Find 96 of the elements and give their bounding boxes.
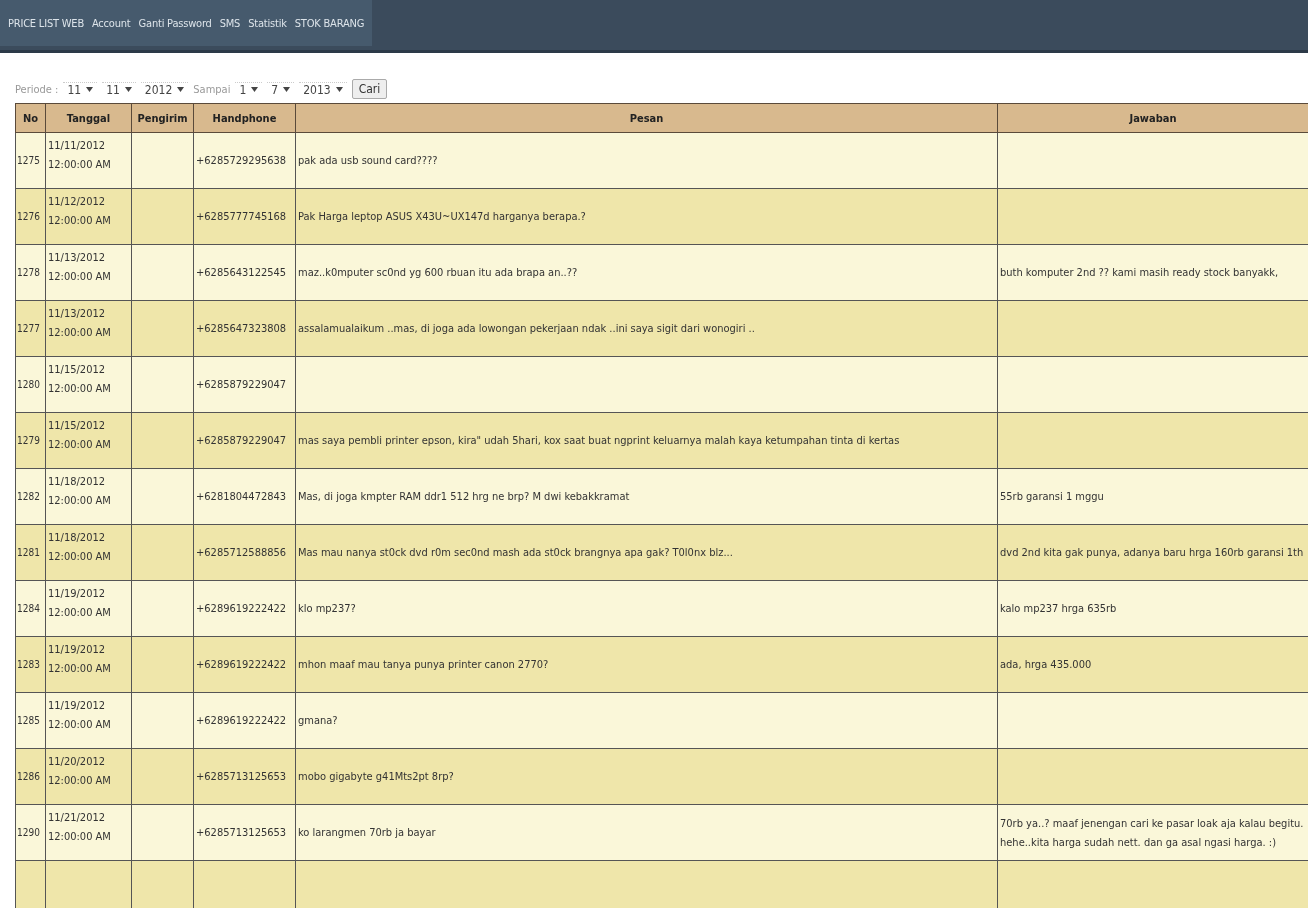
caret-icon	[177, 87, 185, 92]
table-cell: 11/18/2012 12:00:00 AM	[45, 524, 132, 581]
table-cell: dvd 2nd kita gak punya, adanya baru hrga 160rb garansi 1th	[997, 524, 1308, 581]
nav-link[interactable]: Statistik	[248, 16, 287, 30]
until-label: Sampai	[193, 82, 231, 96]
dropdown[interactable]: 11	[63, 81, 98, 97]
table-cell	[131, 636, 194, 693]
table-cell: +6285777745168	[193, 188, 296, 245]
table-cell: 11/15/2012 12:00:00 AM	[45, 356, 132, 413]
table-cell: mas saya pembli printer epson, kira" udah 5hari, kox saat buat ngprint keluarnya malah kaya ketumpahan tinta di kertas	[295, 412, 998, 469]
table-cell: mobo gigabyte g41Mts2pt 8rp?	[295, 748, 998, 805]
table-cell	[131, 468, 194, 525]
table-cell: 11/11/2012 12:00:00 AM	[45, 132, 132, 189]
table-cell	[131, 692, 194, 749]
dropdown[interactable]: 2012	[140, 81, 189, 97]
column-header[interactable]: Tanggal	[45, 103, 132, 133]
table-cell: +6285713125653	[193, 748, 296, 805]
table-cell: Pak Harga leptop ASUS X43U~UX147d harganya berapa.?	[295, 188, 998, 245]
table-cell	[131, 412, 194, 469]
table-cell: 1281	[15, 524, 46, 581]
nav-link[interactable]: Ganti Password	[138, 16, 212, 30]
table-cell: ko larangmen 70rb ja bayar	[295, 804, 998, 861]
table-cell: 11/15/2012 12:00:00 AM	[45, 412, 132, 469]
table-cell: +6285879229047	[193, 356, 296, 413]
table-cell	[131, 132, 194, 189]
dropdown[interactable]: 11	[102, 81, 136, 97]
table-cell: 1277	[15, 300, 46, 357]
nav-link[interactable]: SMS	[219, 16, 241, 30]
table-cell: 11/19/2012 12:00:00 AM	[45, 580, 132, 637]
dropdown[interactable]: 7	[267, 81, 295, 97]
table-cell: +6289619222422	[193, 692, 296, 749]
table-cell: gmana?	[295, 692, 998, 749]
table-cell: mhon maaf mau tanya punya printer canon 2770?	[295, 636, 998, 693]
table-cell: +6281804472843	[193, 468, 296, 525]
table-cell: 11/12/2012 12:00:00 AM	[45, 188, 132, 245]
caret-icon	[251, 87, 259, 92]
table-cell: +6285712588856	[193, 524, 296, 581]
caret-icon	[335, 87, 343, 92]
table-cell: maz..k0mputer sc0nd yg 600 rbuan itu ada brapa an..??	[295, 244, 998, 301]
table-cell: +6285647323808	[193, 300, 296, 357]
table-cell: 11/20/2012 12:00:00 AM	[45, 748, 132, 805]
table-cell: 1282	[15, 468, 46, 525]
nav-link[interactable]: STOK BARANG	[294, 16, 365, 30]
column-header[interactable]: No	[15, 103, 46, 133]
table-cell: +6285729295638	[193, 132, 296, 189]
dropdown[interactable]: 1	[235, 81, 263, 97]
table-cell: +6285713125653	[193, 804, 296, 861]
caret-icon	[124, 87, 132, 92]
column-header[interactable]: Handphone	[193, 103, 296, 133]
table-cell: +6285879229047	[193, 412, 296, 469]
table-cell: assalamualaikum ..mas, di joga ada lowongan pekerjaan ndak ..ini saya sigit dari wonogiri ..	[295, 300, 998, 357]
table-cell: +6289619222422	[193, 636, 296, 693]
caret-icon	[283, 87, 291, 92]
column-header[interactable]: Pesan	[295, 103, 998, 133]
dropdown[interactable]: 2013	[299, 81, 347, 97]
caret-icon	[86, 87, 94, 92]
table-cell: klo mp237?	[295, 580, 998, 637]
table-cell: 1284	[15, 580, 46, 637]
table-cell: 1285	[15, 692, 46, 749]
table-cell	[131, 580, 194, 637]
table-cell: 70rb ya..? maaf jenengan cari ke pasar loak aja kalau begitu. hehe..kita harga sudah nett. dan ga asal ngasi harga. :)	[997, 804, 1308, 861]
table-cell: 11/13/2012 12:00:00 AM	[45, 300, 132, 357]
table-cell: +6289619222422	[193, 580, 296, 637]
period-label: Periode :	[15, 82, 59, 96]
nav-link[interactable]: Account	[92, 16, 131, 30]
table-cell: 1279	[15, 412, 46, 469]
table-cell: buth komputer 2nd ?? kami masih ready stock banyakk,	[997, 244, 1308, 301]
table-cell: 11/19/2012 12:00:00 AM	[45, 692, 132, 749]
table-cell: Mas, di joga kmpter RAM ddr1 512 hrg ne brp? M dwi kebakkramat	[295, 468, 998, 525]
table-cell: 1290	[15, 804, 46, 861]
table-cell	[131, 244, 194, 301]
table-cell	[131, 748, 194, 805]
table-cell: Mas mau nanya st0ck dvd r0m sec0nd mash ada st0ck brangnya apa gak? T0l0nx blz...	[295, 524, 998, 581]
column-header[interactable]: Jawaban	[997, 103, 1308, 133]
table-cell: 11/18/2012 12:00:00 AM	[45, 468, 132, 525]
table-cell: ada, hrga 435.000	[997, 636, 1308, 693]
table-cell: 11/13/2012 12:00:00 AM	[45, 244, 132, 301]
nav-link[interactable]: PRICE LIST WEB	[8, 16, 84, 30]
table-cell: pak ada usb sound card????	[295, 132, 998, 189]
table-cell: 1275	[15, 132, 46, 189]
table-cell: 1286	[15, 748, 46, 805]
table-cell: 1283	[15, 636, 46, 693]
table-cell	[131, 188, 194, 245]
table-cell	[131, 356, 194, 413]
table-cell: 1276	[15, 188, 46, 245]
table-cell	[131, 524, 194, 581]
table-cell: 1280	[15, 356, 46, 413]
table-cell: 1278	[15, 244, 46, 301]
table-cell	[131, 300, 194, 357]
table-cell: 11/21/2012 12:00:00 AM	[45, 804, 132, 861]
table-cell: kalo mp237 hrga 635rb	[997, 580, 1308, 637]
table-cell: 55rb garansi 1 mggu	[997, 468, 1308, 525]
table-cell: 11/19/2012 12:00:00 AM	[45, 636, 132, 693]
search-button[interactable]: Cari	[351, 79, 388, 99]
column-header[interactable]: Pengirim	[131, 103, 194, 133]
table-cell: +6285643122545	[193, 244, 296, 301]
